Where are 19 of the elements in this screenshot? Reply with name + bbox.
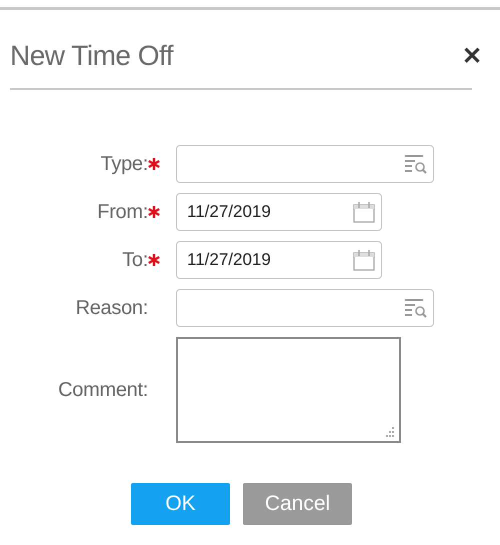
date-value: 11/27/2019 [187, 202, 271, 222]
calendar-icon[interactable] [353, 249, 375, 271]
lookup-field[interactable] [176, 289, 434, 327]
lookup-icon[interactable] [405, 298, 427, 318]
field-label: Reason: [74, 296, 148, 320]
resize-grip-icon[interactable] [385, 427, 395, 437]
field-label: Type: [100, 152, 148, 176]
field-label: Comment: [57, 378, 148, 402]
date-value: 11/27/2019 [187, 250, 271, 270]
lookup-field[interactable] [176, 145, 434, 183]
lookup-icon[interactable] [405, 154, 427, 174]
dialog-title: New Time Off [10, 40, 174, 72]
date-field[interactable]: 11/27/2019 [176, 193, 382, 231]
date-field[interactable]: 11/27/2019 [176, 241, 382, 279]
field-label: To: [121, 248, 148, 272]
close-button[interactable]: ✕ [460, 42, 484, 70]
comment-field[interactable] [176, 337, 401, 443]
calendar-icon[interactable] [353, 201, 375, 223]
field-label: From: [96, 200, 148, 224]
